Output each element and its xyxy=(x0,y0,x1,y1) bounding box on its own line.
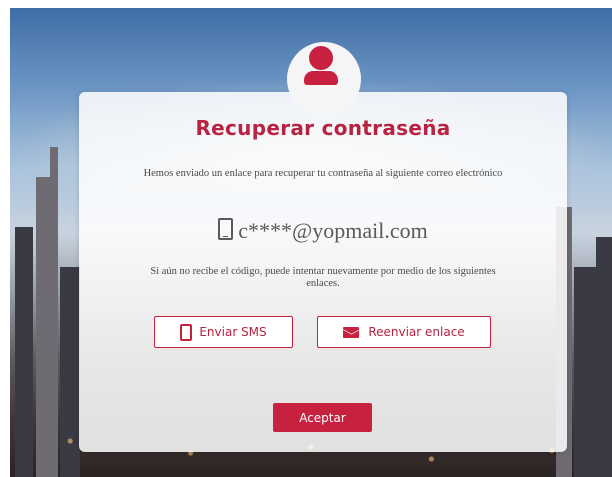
resend-link-label: Reenviar enlace xyxy=(368,325,465,339)
send-sms-button[interactable]: Enviar SMS xyxy=(154,316,293,348)
email-display: c****@yopmail.com xyxy=(79,218,567,244)
page-title: Recuperar contraseña xyxy=(195,116,451,140)
send-sms-label: Enviar SMS xyxy=(199,325,267,339)
retry-message: Si aún no recibe el código, puede intent… xyxy=(150,266,496,289)
accept-button[interactable]: Aceptar xyxy=(273,403,372,432)
mobile-icon xyxy=(180,323,193,341)
phone-icon xyxy=(218,218,234,240)
resend-link-button[interactable]: Reenviar enlace xyxy=(317,316,491,348)
sent-link-message: Hemos enviado un enlace para recuperar t… xyxy=(143,168,503,179)
accept-label: Aceptar xyxy=(299,410,346,425)
envelope-icon xyxy=(343,326,360,338)
masked-email: c****@yopmail.com xyxy=(238,218,428,243)
